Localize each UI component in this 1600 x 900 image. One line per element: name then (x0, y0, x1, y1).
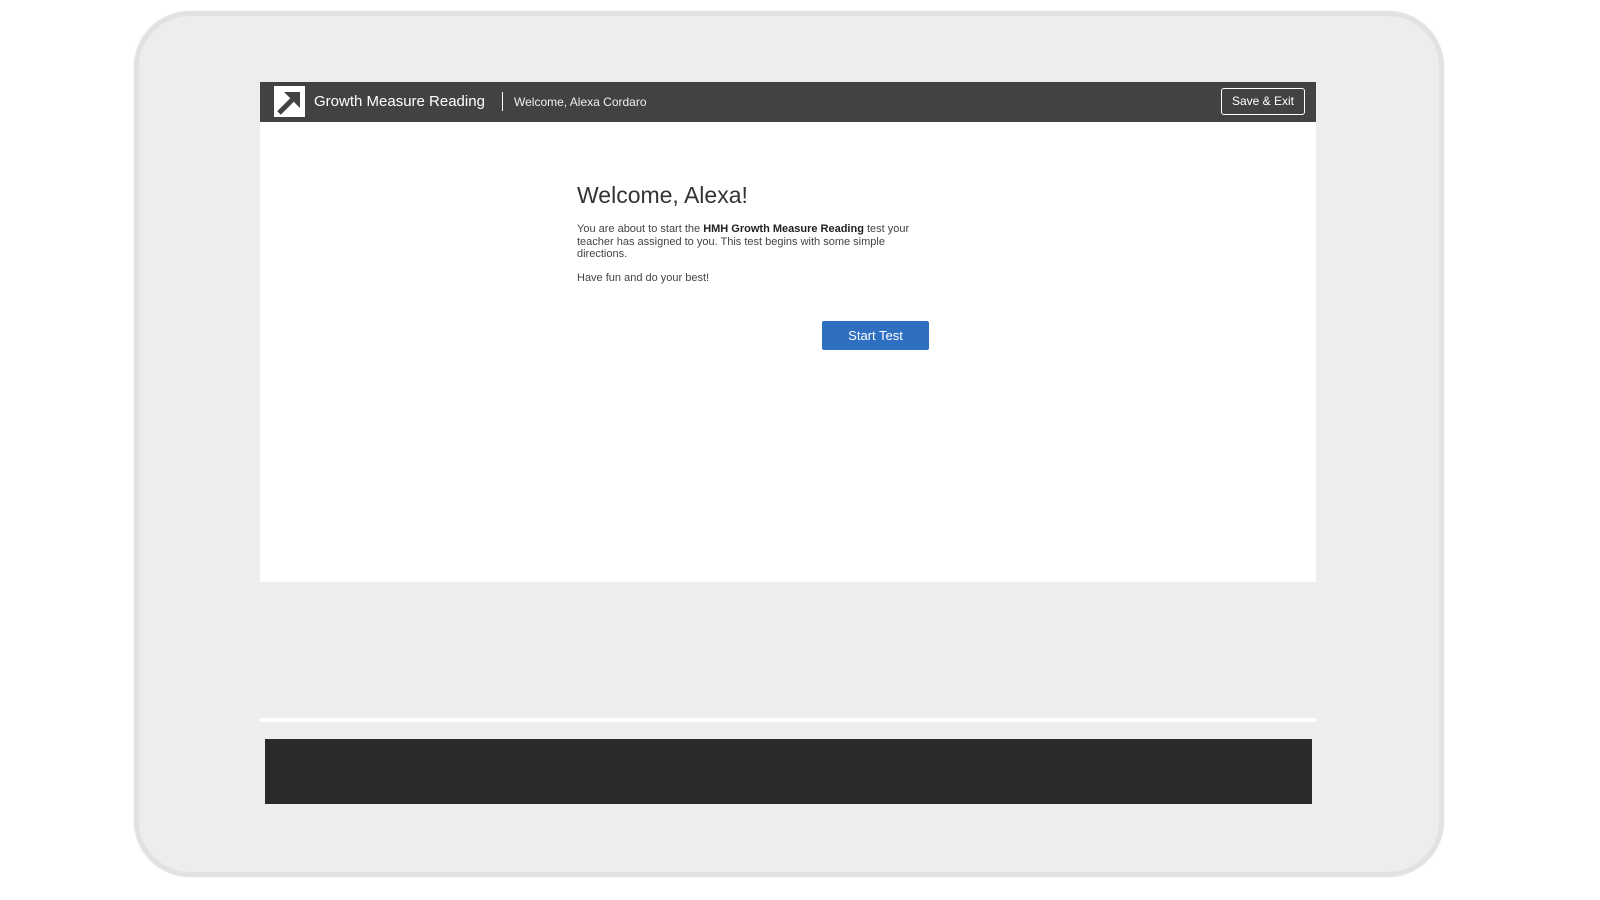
save-exit-button[interactable]: Save & Exit (1220, 88, 1305, 115)
intro-prefix: You are about to start the (577, 223, 704, 235)
growth-arrow-icon (274, 86, 305, 117)
app-header: Growth Measure Reading Welcome, Alexa Co… (260, 82, 1316, 122)
intro-test-name: HMH Growth Measure Reading (703, 223, 864, 235)
app-title: Growth Measure Reading (314, 93, 485, 110)
intro-text: You are about to start the HMH Growth Me… (577, 223, 917, 261)
bottom-bar (265, 739, 1312, 804)
encouragement-text: Have fun and do your best! (577, 271, 710, 284)
welcome-panel: Welcome, Alexa! You are about to start t… (577, 182, 917, 284)
page-title: Welcome, Alexa! (577, 182, 748, 208)
content-footer-area (260, 582, 1316, 718)
welcome-user-text: Welcome, Alexa Cordaro (514, 95, 647, 109)
start-test-button[interactable]: Start Test (822, 321, 929, 350)
header-divider (502, 92, 503, 111)
